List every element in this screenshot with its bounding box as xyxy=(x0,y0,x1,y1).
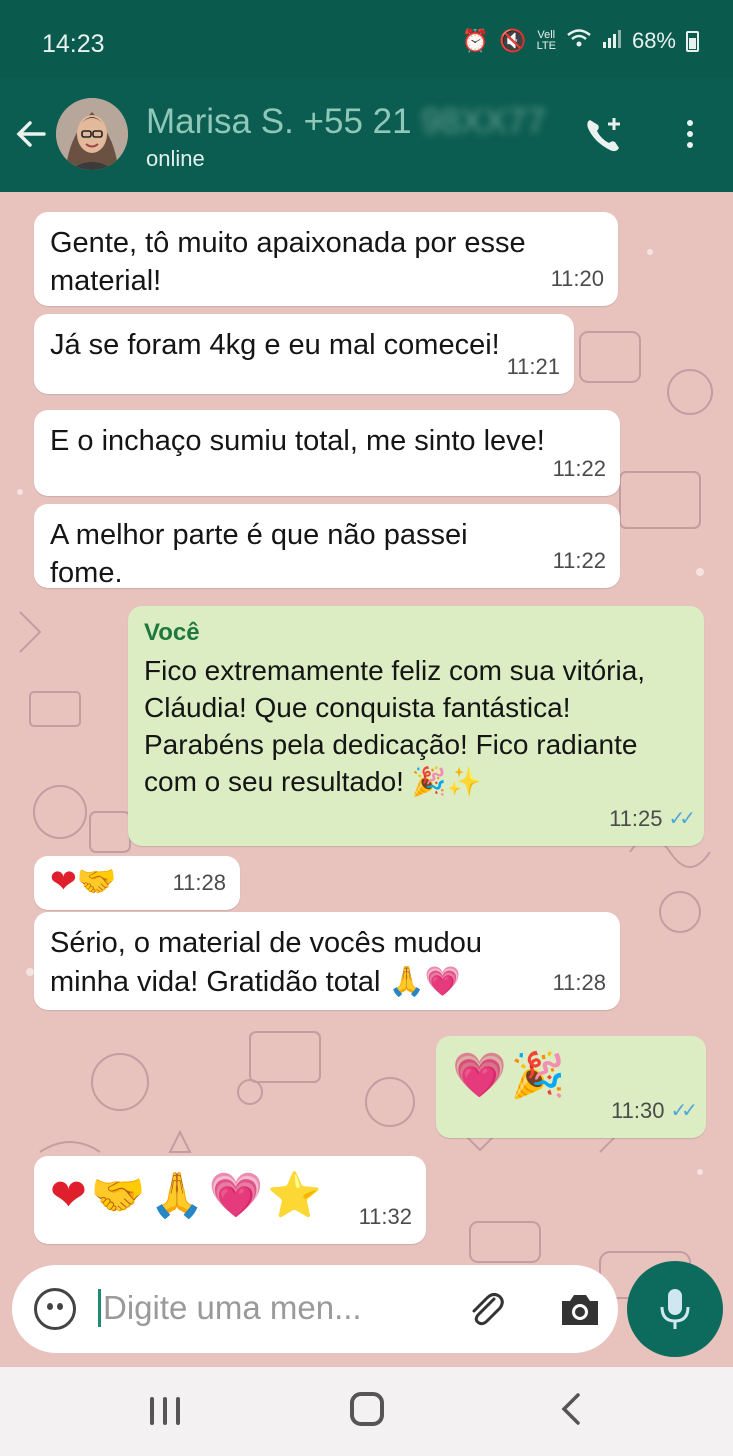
message-text: Já se foram 4kg e eu mal comecei! xyxy=(50,329,500,361)
signal-icon xyxy=(602,28,622,54)
contact-name-text: Marisa S. +55 21 xyxy=(146,102,412,141)
sender-name: Você xyxy=(144,619,200,646)
message-emojis: 💗🎉 xyxy=(452,1050,570,1101)
message-incoming[interactable]: A melhor parte é que não passei fome. 11… xyxy=(34,504,620,589)
contact-number-blurred: 98XX77 xyxy=(421,102,546,141)
message-input[interactable]: Digite uma men... xyxy=(12,1265,618,1353)
read-ticks-icon: ✓✓ xyxy=(668,808,695,830)
contact-name[interactable]: Marisa S. +55 21 98XX77 xyxy=(146,102,546,142)
battery-percent: 68% xyxy=(631,28,676,53)
time-label: 11:25 xyxy=(609,806,663,831)
recent-apps-icon[interactable] xyxy=(150,1397,180,1425)
mute-icon: 🔇 xyxy=(499,28,527,53)
message-body: Fico extremamente feliz com sua vitória,… xyxy=(144,655,646,797)
message-incoming[interactable]: ❤🤝 11:28 xyxy=(34,856,240,910)
alarm-icon: ⏰ xyxy=(461,28,490,53)
message-text: A melhor parte é que não passei fome. xyxy=(50,519,468,589)
message-incoming[interactable]: E o inchaço sumiu total, me sinto leve! … xyxy=(34,410,620,496)
message-time: 11:25 ✓✓ xyxy=(609,800,696,838)
back-arrow-icon[interactable] xyxy=(14,114,50,154)
message-emojis: 🙏💗 xyxy=(388,964,461,998)
status-icons: ⏰ 🔇 Vell LTE 68% xyxy=(462,28,699,54)
mic-button[interactable] xyxy=(627,1261,723,1357)
chat-area[interactable]: Gente, tô muito apaixonada por esse mate… xyxy=(0,192,733,1367)
message-incoming[interactable]: ❤🤝🙏💗⭐ 11:32 xyxy=(34,1156,426,1244)
mic-icon xyxy=(660,1289,690,1329)
message-time: 11:22 xyxy=(552,456,606,481)
message-outgoing[interactable]: Você Fico extremamente feliz com sua vit… xyxy=(128,606,704,846)
chat-header: Marisa S. +55 21 98XX77 online xyxy=(0,78,733,192)
message-incoming[interactable]: Sério, o material de vocês mudou minha v… xyxy=(34,912,620,1010)
message-incoming[interactable]: Já se foram 4kg e eu mal comecei! 11:21 xyxy=(34,314,574,394)
network-label: Vell LTE xyxy=(536,29,556,52)
emoji-icon[interactable] xyxy=(34,1288,76,1330)
home-icon[interactable] xyxy=(350,1392,384,1426)
more-vert-icon[interactable] xyxy=(680,116,700,156)
attach-icon[interactable] xyxy=(464,1287,508,1331)
message-time: 11:28 xyxy=(172,870,226,895)
emoji-sequence: ❤🤝 xyxy=(50,862,117,900)
message-emojis: 🎉✨ xyxy=(411,765,482,798)
message-text: E o inchaço sumiu total, me sinto leve! xyxy=(50,425,545,457)
status-time: 14:23 xyxy=(42,30,105,58)
system-nav-bar xyxy=(0,1367,733,1456)
message-time: 11:21 xyxy=(506,354,560,379)
message-time: 11:32 xyxy=(358,1204,412,1229)
message-time: 11:22 xyxy=(552,548,606,573)
status-bar: 14:23 ⏰ 🔇 Vell LTE 68% xyxy=(0,0,733,78)
read-ticks-icon: ✓✓ xyxy=(670,1100,697,1122)
message-incoming[interactable]: Gente, tô muito apaixonada por esse mate… xyxy=(34,212,618,306)
message-emojis: ❤🤝🙏💗⭐ xyxy=(50,1170,327,1221)
add-call-icon[interactable] xyxy=(582,112,628,158)
message-time: 11:28 xyxy=(552,970,606,995)
battery-icon xyxy=(686,30,699,52)
camera-icon[interactable] xyxy=(556,1287,604,1331)
message-input-placeholder[interactable]: Digite uma men... xyxy=(98,1289,362,1327)
message-time: 11:30 ✓✓ xyxy=(611,1092,698,1130)
contact-status: online xyxy=(146,146,205,171)
time-label: 11:30 xyxy=(611,1098,665,1123)
nav-back-icon[interactable] xyxy=(556,1391,586,1427)
wifi-icon xyxy=(566,28,592,54)
avatar[interactable] xyxy=(56,98,128,170)
message-outgoing[interactable]: 💗🎉 11:30 ✓✓ xyxy=(436,1036,706,1138)
message-time: 11:20 xyxy=(550,266,604,291)
message-text: Fico extremamente feliz com sua vitória,… xyxy=(144,652,684,800)
message-text: Sério, o material de vocês mudou minha v… xyxy=(50,924,510,1001)
message-text: Gente, tô muito apaixonada por esse mate… xyxy=(50,227,526,297)
